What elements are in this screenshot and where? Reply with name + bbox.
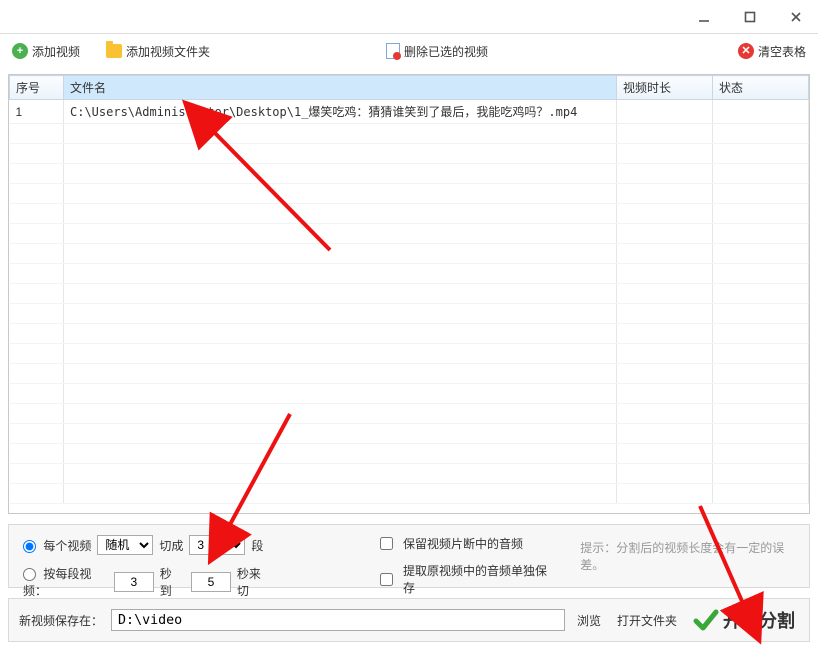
cell-filename: C:\Users\Administrator\Desktop\1_爆笑吃鸡：猜猜… (64, 100, 617, 124)
add-folder-label: 添加视频文件夹 (126, 43, 210, 60)
keep-audio-input[interactable] (380, 537, 393, 550)
options-panel: 每个视频 随机 切成 3 段 按每段视频： 秒 到 秒来切 保留视频片断中的音频 (8, 524, 810, 588)
add-folder-button[interactable]: 添加视频文件夹 (106, 43, 210, 60)
table-row-blank (10, 424, 809, 444)
start-split-button[interactable]: 开始分割 (689, 605, 799, 635)
keep-audio-label: 保留视频片断中的音频 (403, 535, 523, 552)
cell-duration (617, 100, 713, 124)
cell-status (713, 100, 809, 124)
close-button[interactable] (782, 7, 810, 27)
sec-mid-label: 秒 到 (160, 565, 185, 599)
maximize-button[interactable] (736, 7, 764, 27)
folder-icon (106, 44, 122, 58)
table-row-blank (10, 144, 809, 164)
video-table-container: 序号 文件名 视频时长 状态 1C:\Users\Administrator\D… (8, 74, 810, 514)
table-row-blank (10, 384, 809, 404)
keep-audio-checkbox[interactable]: 保留视频片断中的音频 (380, 535, 550, 552)
cell-index: 1 (10, 100, 64, 124)
extract-audio-label: 提取原视频中的音频单独保存 (403, 562, 550, 596)
open-folder-button[interactable]: 打开文件夹 (613, 612, 681, 629)
radio-per-segment[interactable]: 按每段视频： (23, 565, 108, 599)
cut-into-label: 切成 (159, 537, 183, 554)
table-row-blank (10, 264, 809, 284)
save-path-label: 新视频保存在： (19, 612, 103, 629)
delete-selected-label: 删除已选的视频 (404, 43, 488, 60)
table-row-blank (10, 224, 809, 244)
radio-per-video-input[interactable] (23, 540, 36, 553)
minimize-button[interactable] (690, 7, 718, 27)
add-video-button[interactable]: + 添加视频 (12, 43, 80, 60)
delete-selected-button[interactable]: 删除已选的视频 (386, 43, 488, 60)
clear-table-label: 清空表格 (758, 43, 806, 60)
sec-from-input[interactable] (114, 572, 154, 592)
save-bar: 新视频保存在： 浏览 打开文件夹 开始分割 (8, 598, 810, 642)
table-row-blank (10, 164, 809, 184)
segments-select[interactable]: 3 (189, 535, 245, 555)
sec-suffix: 秒来切 (237, 565, 270, 599)
clear-table-button[interactable]: ✕ 清空表格 (738, 43, 806, 60)
table-row-blank (10, 364, 809, 384)
table-row-blank (10, 404, 809, 424)
th-duration[interactable]: 视频时长 (617, 76, 713, 100)
table-row-blank (10, 444, 809, 464)
radio-per-video[interactable]: 每个视频 (23, 537, 91, 554)
save-path-input[interactable] (111, 609, 565, 631)
radio-per-segment-input[interactable] (23, 568, 36, 581)
table-row-blank (10, 284, 809, 304)
table-row-blank (10, 304, 809, 324)
radio-per-video-label: 每个视频 (43, 539, 91, 553)
table-row-blank (10, 484, 809, 504)
extract-audio-checkbox[interactable]: 提取原视频中的音频单独保存 (380, 562, 550, 596)
th-index[interactable]: 序号 (10, 76, 64, 100)
table-row[interactable]: 1C:\Users\Administrator\Desktop\1_爆笑吃鸡：猜… (10, 100, 809, 124)
sec-to-input[interactable] (191, 572, 231, 592)
th-filename[interactable]: 文件名 (64, 76, 617, 100)
clear-icon: ✕ (738, 43, 754, 59)
checkmark-icon (693, 607, 719, 633)
table-row-blank (10, 344, 809, 364)
table-row-blank (10, 244, 809, 264)
add-video-label: 添加视频 (32, 43, 80, 60)
table-row-blank (10, 184, 809, 204)
toolbar: + 添加视频 添加视频文件夹 删除已选的视频 ✕ 清空表格 (0, 34, 818, 68)
table-row-blank (10, 204, 809, 224)
table-row-blank (10, 324, 809, 344)
video-table: 序号 文件名 视频时长 状态 1C:\Users\Administrator\D… (9, 75, 809, 504)
delete-doc-icon (386, 43, 400, 59)
start-split-label: 开始分割 (723, 607, 795, 633)
plus-icon: + (12, 43, 28, 59)
th-status[interactable]: 状态 (713, 76, 809, 100)
window-titlebar (0, 0, 818, 34)
browse-button[interactable]: 浏览 (573, 612, 605, 629)
extract-audio-input[interactable] (380, 573, 393, 586)
table-row-blank (10, 124, 809, 144)
table-row-blank (10, 464, 809, 484)
segments-suffix: 段 (251, 537, 263, 554)
random-select[interactable]: 随机 (97, 535, 153, 555)
hint-text: 提示：分割后的视频长度会有一定的误差。 (580, 539, 797, 573)
